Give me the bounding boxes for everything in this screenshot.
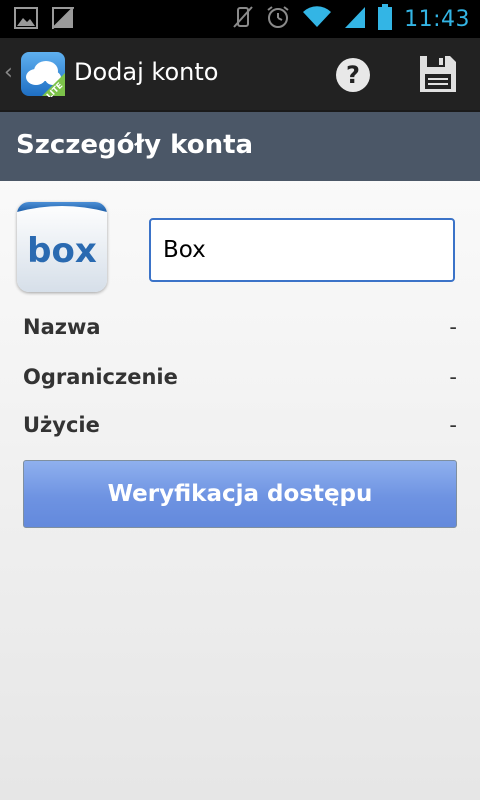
detail-label: Użycie xyxy=(23,413,100,437)
svg-text:?: ? xyxy=(346,61,360,89)
vibrate-mute-icon xyxy=(232,5,254,33)
status-time: 11:43 xyxy=(404,6,470,32)
sim-icon xyxy=(52,7,76,33)
verify-access-button[interactable]: Weryfikacja dostępu xyxy=(23,460,457,528)
section-header: Szczegóły konta xyxy=(0,112,480,181)
detail-label: Ograniczenie xyxy=(23,365,178,389)
account-name-input[interactable] xyxy=(149,218,455,282)
detail-value: - xyxy=(449,365,457,389)
detail-row-limit: Ograniczenie - xyxy=(23,365,457,395)
battery-icon xyxy=(378,4,393,34)
wifi-icon xyxy=(302,5,332,33)
box-logo-text: box xyxy=(27,231,97,271)
app-cloud-icon[interactable]: LITE xyxy=(20,51,66,101)
image-notification-icon xyxy=(14,7,38,33)
status-bar: 11:43 xyxy=(0,0,480,38)
alarm-icon xyxy=(266,5,290,33)
action-bar: ‹ LITE Dodaj konto ? xyxy=(0,38,480,112)
detail-row-name: Nazwa - xyxy=(23,315,457,345)
detail-value: - xyxy=(449,315,457,339)
up-caret-icon[interactable]: ‹ xyxy=(4,60,13,85)
detail-value: - xyxy=(449,413,457,437)
save-icon xyxy=(420,56,456,92)
detail-row-usage: Użycie - xyxy=(23,413,457,443)
detail-label: Nazwa xyxy=(23,315,101,339)
box-logo-icon: box xyxy=(17,202,107,292)
signal-icon xyxy=(344,5,366,33)
save-button[interactable] xyxy=(418,54,458,94)
help-button[interactable]: ? xyxy=(334,56,372,94)
help-icon: ? xyxy=(336,58,370,92)
section-title: Szczegóły konta xyxy=(16,130,254,160)
action-bar-title: Dodaj konto xyxy=(74,58,219,86)
